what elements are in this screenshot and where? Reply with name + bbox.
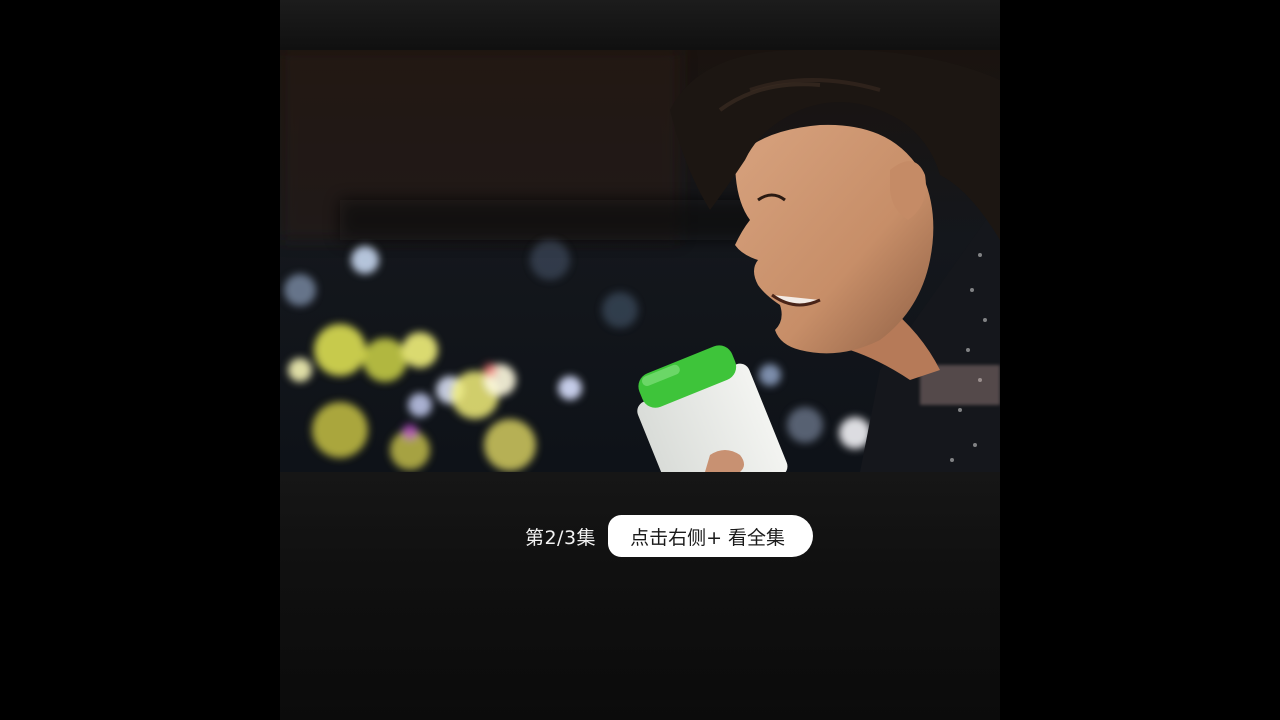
left-letterbox (0, 0, 280, 720)
video-player-screen: 第2/3集 点击右侧+ 看全集 (0, 0, 1280, 720)
video-frame[interactable] (280, 50, 1000, 472)
episode-info-row: 第2/3集 点击右侧+ 看全集 (280, 514, 1000, 558)
watch-full-series-button[interactable]: 点击右侧+ 看全集 (608, 515, 814, 557)
top-bar (280, 0, 1000, 50)
right-letterbox (1000, 0, 1280, 720)
caption-bar (280, 472, 1000, 720)
video-column: 第2/3集 点击右侧+ 看全集 (280, 0, 1000, 720)
episode-counter: 第2/3集 (524, 526, 597, 549)
video-still-image (280, 50, 1000, 472)
